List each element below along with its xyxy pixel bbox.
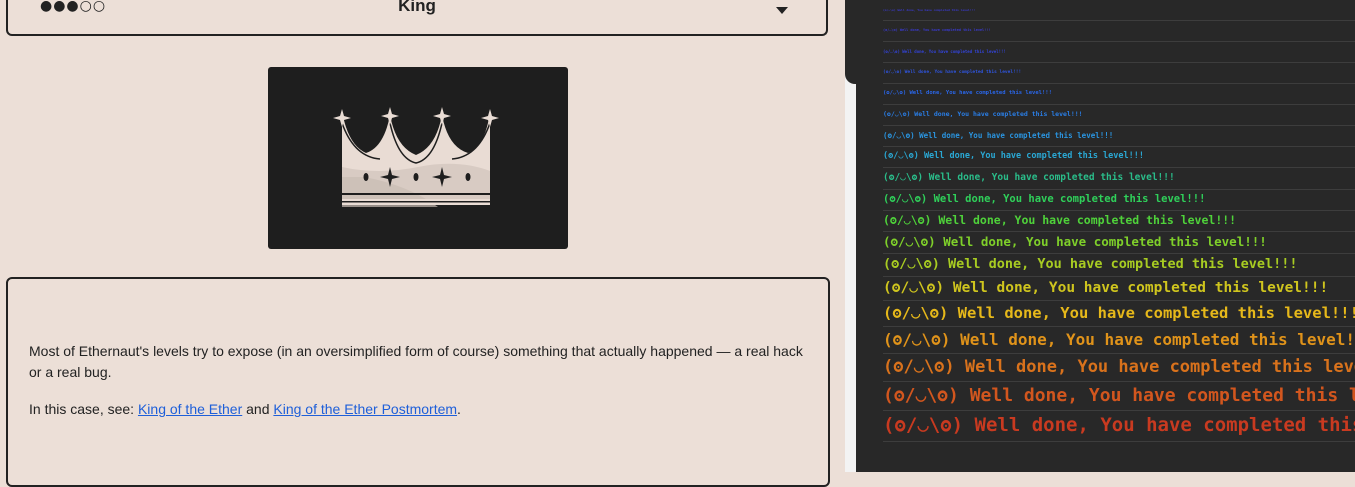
console-log-row: (ʘ/◡\ʘ) Well done, You have completed th…	[883, 353, 1355, 382]
console-log-message: (ʘ/◡\ʘ) Well done, You have completed th…	[883, 90, 1052, 96]
console-log-row: (ʘ/◡\ʘ) Well done, You have completed th…	[883, 0, 1355, 21]
console-log-message: (ʘ/◡\ʘ) Well done, You have completed th…	[883, 8, 976, 12]
console-log-message: (ʘ/◡\ʘ) Well done, You have completed th…	[883, 172, 1175, 183]
links-suffix-text: .	[457, 401, 461, 417]
caret-down-icon[interactable]	[776, 7, 788, 15]
console-log-row: (ʘ/◡\ʘ) Well done, You have completed th…	[883, 125, 1355, 147]
level-description: Most of Ethernaut's levels try to expose…	[6, 277, 830, 487]
console-log-message: (ʘ/◡\ʘ) Well done, You have completed th…	[883, 330, 1355, 349]
console-log-row: (ʘ/◡\ʘ) Well done, You have completed th…	[883, 326, 1355, 354]
description-paragraph: Most of Ethernaut's levels try to expose…	[29, 343, 803, 380]
console-log-message: (ʘ/◡\ʘ) Well done, You have completed th…	[883, 357, 1355, 377]
devtools-corner	[845, 0, 856, 84]
console-log-message: (ʘ/◡\ʘ) Well done, You have completed th…	[883, 28, 991, 32]
links-prefix-text: In this case, see:	[29, 401, 138, 417]
description-links-paragraph: In this case, see: King of the Ether and…	[29, 399, 809, 420]
console-log-row: (ʘ/◡\ʘ) Well done, You have completed th…	[883, 210, 1355, 232]
console-log-row: (ʘ/◡\ʘ) Well done, You have completed th…	[883, 41, 1355, 63]
console-log-message: (ʘ/◡\ʘ) Well done, You have completed th…	[883, 49, 1006, 54]
console-log-row: (ʘ/◡\ʘ) Well done, You have completed th…	[883, 253, 1355, 277]
console-log-message: (ʘ/◡\ʘ) Well done, You have completed th…	[883, 70, 1022, 75]
console-log-message: (ʘ/◡\ʘ) Well done, You have completed th…	[883, 256, 1298, 272]
console-log-row: (ʘ/◡\ʘ) Well done, You have completed th…	[883, 20, 1355, 42]
console-log-row: (ʘ/◡\ʘ) Well done, You have completed th…	[883, 104, 1355, 126]
console-log-row: (ʘ/◡\ʘ) Well done, You have completed th…	[883, 189, 1355, 211]
console-log-message: (ʘ/◡\ʘ) Well done, You have completed th…	[883, 280, 1329, 296]
link-king-of-the-ether-postmortem[interactable]: King of the Ether Postmortem	[273, 401, 457, 417]
devtools-console: (ʘ/◡\ʘ) Well done, You have completed th…	[856, 0, 1355, 472]
console-log-row: (ʘ/◡\ʘ) Well done, You have completed th…	[883, 300, 1355, 327]
console-log-row: (ʘ/◡\ʘ) Well done, You have completed th…	[883, 410, 1355, 442]
console-log-message: (ʘ/◡\ʘ) Well done, You have completed th…	[883, 213, 1237, 227]
console-log-message: (ʘ/◡\ʘ) Well done, You have completed th…	[883, 304, 1355, 322]
console-log-message: (ʘ/◡\ʘ) Well done, You have completed th…	[883, 110, 1083, 118]
level-image	[268, 67, 568, 249]
console-log-message: (ʘ/◡\ʘ) Well done, You have completed th…	[883, 385, 1355, 406]
console-log-row: (ʘ/◡\ʘ) Well done, You have completed th…	[883, 276, 1355, 301]
console-log-message: (ʘ/◡\ʘ) Well done, You have completed th…	[883, 193, 1206, 205]
level-title: King	[398, 0, 436, 15]
console-log-row: (ʘ/◡\ʘ) Well done, You have completed th…	[883, 231, 1355, 254]
console-log-message: (ʘ/◡\ʘ) Well done, You have completed th…	[883, 414, 1355, 436]
crown-icon	[333, 107, 499, 207]
console-log-message: (ʘ/◡\ʘ) Well done, You have completed th…	[883, 234, 1267, 249]
console-log-row: (ʘ/◡\ʘ) Well done, You have completed th…	[883, 381, 1355, 411]
console-log-message: (ʘ/◡\ʘ) Well done, You have completed th…	[883, 151, 1144, 161]
console-log-row: (ʘ/◡\ʘ) Well done, You have completed th…	[883, 146, 1355, 168]
console-log-message: (ʘ/◡\ʘ) Well done, You have completed th…	[883, 131, 1114, 140]
level-selector[interactable]: ●●●○○ King	[6, 0, 828, 36]
console-log-row: (ʘ/◡\ʘ) Well done, You have completed th…	[883, 62, 1355, 84]
links-middle-text: and	[242, 401, 274, 417]
level-page: ●●●○○ King Most of Ethernaut's levels tr…	[0, 0, 845, 487]
link-king-of-the-ether[interactable]: King of the Ether	[138, 401, 242, 417]
console-log-row: (ʘ/◡\ʘ) Well done, You have completed th…	[883, 167, 1355, 190]
console-log-row: (ʘ/◡\ʘ) Well done, You have completed th…	[883, 83, 1355, 105]
